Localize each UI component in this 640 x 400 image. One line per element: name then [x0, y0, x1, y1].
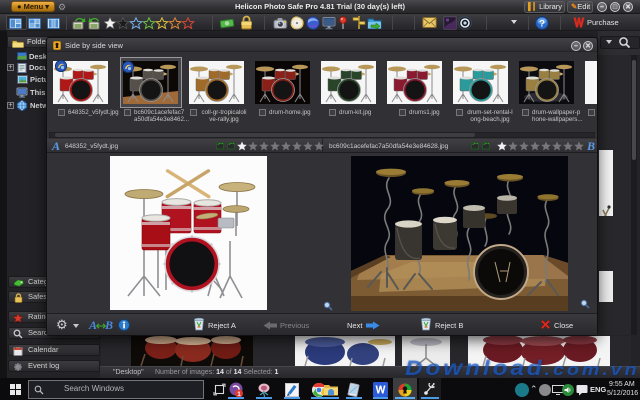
svg-text:?: ?: [539, 18, 545, 29]
